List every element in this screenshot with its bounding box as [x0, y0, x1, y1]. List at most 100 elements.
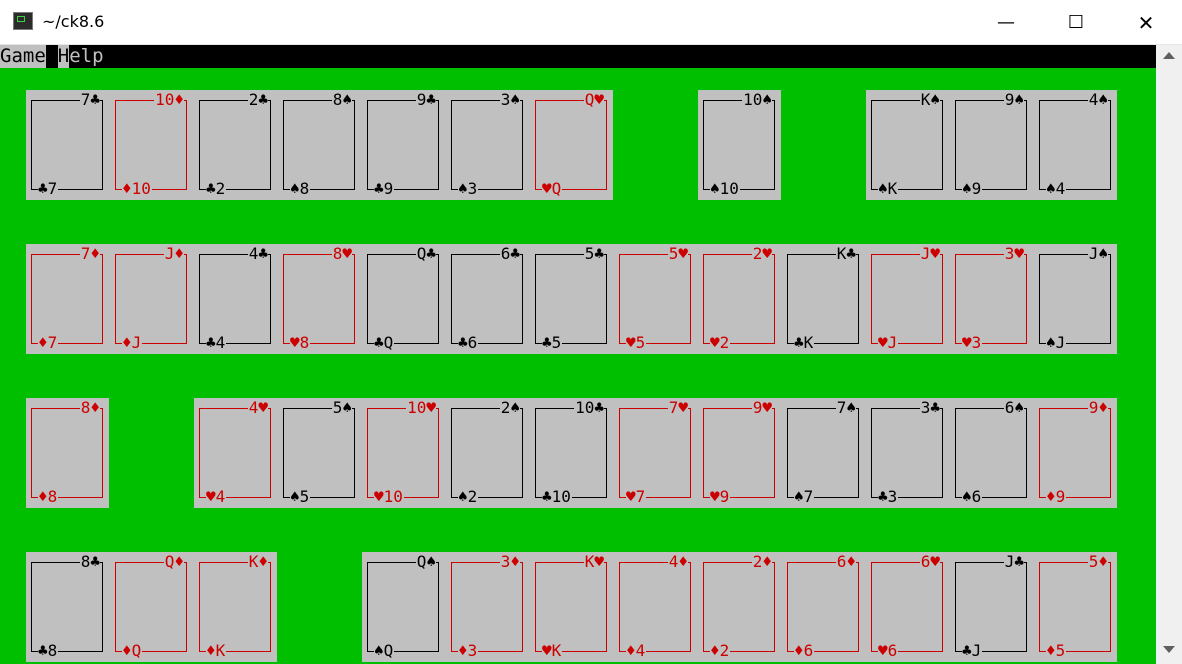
card-rank-top: 3♣	[919, 398, 940, 417]
playing-card[interactable]: 7♥ ♥7	[619, 399, 691, 506]
card-rank-top: 5♦	[1087, 552, 1108, 571]
card-rank-top: K♠	[919, 90, 940, 109]
menu-help[interactable]: Help	[57, 45, 104, 68]
playing-card[interactable]: 5♠ ♠5	[283, 399, 355, 506]
playing-card[interactable]: 5♥ ♥5	[619, 245, 691, 352]
card-rank-top: 6♠	[1003, 398, 1024, 417]
playing-card[interactable]: K♣ ♣K	[787, 245, 859, 352]
maximize-button[interactable]: ☐	[1041, 0, 1111, 45]
playing-card[interactable]: 4♠ ♠4	[1039, 91, 1111, 198]
playing-card[interactable]: Q♥ ♥Q	[535, 91, 607, 198]
playing-card[interactable]: Q♦ ♦Q	[115, 553, 187, 660]
card-rank-top: 8♣	[79, 552, 100, 571]
playing-card[interactable]: J♦ ♦J	[115, 245, 187, 352]
playing-card[interactable]: 8♣ ♣8	[31, 553, 103, 660]
card-rank-bottom: ♥2	[710, 333, 731, 352]
card-rank-top: 10♦	[154, 90, 184, 109]
card-rank-top: 8♥	[331, 244, 352, 263]
playing-card[interactable]: Q♠ ♠Q	[367, 553, 439, 660]
card-rank-top: 2♠	[499, 398, 520, 417]
card-pile-row-4: Q♠ ♠Q 3♦ ♦3 K♥ ♥K 4♦ ♦4 2♦ ♦2 6♦ ♦6 6♥ ♥6 J♣ ♣J 5♦ ♦5	[362, 552, 1117, 662]
card-rank-bottom: ♠Q	[374, 641, 395, 660]
playing-card[interactable]: K♥ ♥K	[535, 553, 607, 660]
playing-card[interactable]: 7♦ ♦7	[31, 245, 103, 352]
playing-card[interactable]: 3♣ ♣3	[871, 399, 943, 506]
card-rank-bottom: ♦5	[1046, 641, 1067, 660]
playing-card[interactable]: J♠ ♠J	[1039, 245, 1111, 352]
playing-card[interactable]: K♠ ♠K	[871, 91, 943, 198]
card-rank-top: 4♦	[667, 552, 688, 571]
playing-card[interactable]: 7♣ ♣7	[31, 91, 103, 198]
playing-card[interactable]: 10♠ ♠10	[703, 91, 775, 198]
card-rank-top: K♣	[835, 244, 856, 263]
card-rank-bottom: ♦3	[458, 641, 479, 660]
card-rank-top: 8♠	[331, 90, 352, 109]
playing-card[interactable]: 8♠ ♠8	[283, 91, 355, 198]
card-rank-top: 3♥	[1003, 244, 1024, 263]
playing-card[interactable]: 3♠ ♠3	[451, 91, 523, 198]
card-rank-bottom: ♠9	[962, 179, 983, 198]
playing-card[interactable]: K♦ ♦K	[199, 553, 271, 660]
playing-card[interactable]: 10♣ ♣10	[535, 399, 607, 506]
card-rank-bottom: ♠K	[878, 179, 899, 198]
card-rank-top: 5♥	[667, 244, 688, 263]
playing-card[interactable]: 4♥ ♥4	[199, 399, 271, 506]
card-rank-top: K♦	[247, 552, 268, 571]
card-rank-top: 6♦	[835, 552, 856, 571]
card-pile-row-2: 7♦ ♦7 J♦ ♦J 4♣ ♣4 8♥ ♥8 Q♣ ♣Q 6♣ ♣6 5♣ ♣5 5♥ ♥5 2♥ ♥2 K♣ ♣K…	[26, 244, 1117, 354]
playing-card[interactable]: Q♣ ♣Q	[367, 245, 439, 352]
playing-card[interactable]: J♣ ♣J	[955, 553, 1027, 660]
playing-card[interactable]: 9♦ ♦9	[1039, 399, 1111, 506]
card-rank-top: 2♣	[247, 90, 268, 109]
playing-card[interactable]: 7♠ ♠7	[787, 399, 859, 506]
card-rank-top: Q♦	[163, 552, 184, 571]
card-rank-bottom: ♠2	[458, 487, 479, 506]
card-rank-bottom: ♥Q	[542, 179, 563, 198]
card-rank-bottom: ♥6	[878, 641, 899, 660]
playing-card[interactable]: 2♦ ♦2	[703, 553, 775, 660]
card-rank-bottom: ♦4	[626, 641, 647, 660]
scroll-down-arrow-icon[interactable]	[1163, 646, 1175, 653]
playing-card[interactable]: 10♥ ♥10	[367, 399, 439, 506]
card-rank-top: 7♠	[835, 398, 856, 417]
card-rank-top: 9♦	[1087, 398, 1108, 417]
close-button[interactable]: ✕	[1111, 0, 1181, 45]
card-rank-top: 6♣	[499, 244, 520, 263]
playing-card[interactable]: 8♦ ♦8	[31, 399, 103, 506]
minimize-button[interactable]: —	[971, 0, 1041, 45]
card-rank-bottom: ♦8	[38, 487, 59, 506]
playing-card[interactable]: 10♦ ♦10	[115, 91, 187, 198]
playing-card[interactable]: J♥ ♥J	[871, 245, 943, 352]
playing-card[interactable]: 8♥ ♥8	[283, 245, 355, 352]
playing-card[interactable]: 5♦ ♦5	[1039, 553, 1111, 660]
playing-card[interactable]: 2♣ ♣2	[199, 91, 271, 198]
playing-card[interactable]: 9♥ ♥9	[703, 399, 775, 506]
card-rank-bottom: ♣9	[374, 179, 395, 198]
card-rank-top: 5♣	[583, 244, 604, 263]
card-rank-top: 5♠	[331, 398, 352, 417]
menu-game[interactable]: Game	[0, 45, 46, 68]
card-rank-top: J♣	[1003, 552, 1024, 571]
playing-card[interactable]: 2♠ ♠2	[451, 399, 523, 506]
card-rank-bottom: ♥8	[290, 333, 311, 352]
playing-card[interactable]: 5♣ ♣5	[535, 245, 607, 352]
card-rank-bottom: ♦9	[1046, 487, 1067, 506]
scroll-up-arrow-icon[interactable]	[1163, 52, 1175, 59]
playing-card[interactable]: 3♦ ♦3	[451, 553, 523, 660]
card-rank-bottom: ♥3	[962, 333, 983, 352]
playing-card[interactable]: 9♠ ♠9	[955, 91, 1027, 198]
card-rank-top: 4♠	[1087, 90, 1108, 109]
playing-card[interactable]: 6♦ ♦6	[787, 553, 859, 660]
playing-card[interactable]: 4♣ ♣4	[199, 245, 271, 352]
playing-card[interactable]: 4♦ ♦4	[619, 553, 691, 660]
playing-card[interactable]: 6♣ ♣6	[451, 245, 523, 352]
card-rank-bottom: ♠4	[1046, 179, 1067, 198]
card-rank-top: 2♥	[751, 244, 772, 263]
playing-card[interactable]: 6♠ ♠6	[955, 399, 1027, 506]
playing-card[interactable]: 2♥ ♥2	[703, 245, 775, 352]
card-rank-bottom: ♦2	[710, 641, 731, 660]
playing-card[interactable]: 3♥ ♥3	[955, 245, 1027, 352]
vertical-scrollbar[interactable]	[1156, 45, 1182, 664]
playing-card[interactable]: 6♥ ♥6	[871, 553, 943, 660]
playing-card[interactable]: 9♣ ♣9	[367, 91, 439, 198]
